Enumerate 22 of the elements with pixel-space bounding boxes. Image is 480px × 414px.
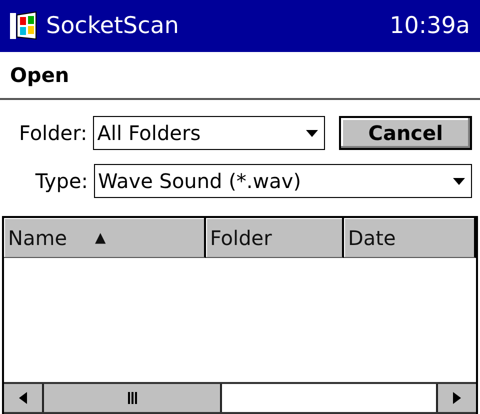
horizontal-scrollbar[interactable] <box>4 382 476 414</box>
type-dropdown[interactable]: Wave Sound (*.wav) <box>94 164 472 198</box>
folder-dropdown[interactable]: All Folders <box>93 116 326 150</box>
cancel-button[interactable]: Cancel <box>339 116 472 150</box>
sort-arrow-icon: ▲ <box>95 230 106 246</box>
column-header[interactable]: Name ▲ <box>4 218 206 258</box>
field-label: Type: <box>34 169 88 193</box>
scroll-thumb[interactable] <box>44 384 222 412</box>
scroll-left-button[interactable] <box>4 384 44 412</box>
column-header[interactable]: Date <box>344 218 476 258</box>
app-title: SocketScan <box>46 13 180 39</box>
dropdown-arrow-icon[interactable] <box>306 130 318 136</box>
scroll-right-button[interactable] <box>436 384 476 412</box>
column-header[interactable]: Folder <box>206 218 344 258</box>
left-arrow-icon <box>19 392 27 404</box>
right-arrow-icon <box>453 392 461 404</box>
field-label: Folder: <box>18 121 88 145</box>
grip-icon <box>128 392 136 404</box>
windows-flag-icon <box>10 11 38 41</box>
clock: 10:39a <box>390 13 470 39</box>
dialog-title: Open <box>10 63 70 87</box>
dropdown-arrow-icon[interactable] <box>453 178 465 184</box>
